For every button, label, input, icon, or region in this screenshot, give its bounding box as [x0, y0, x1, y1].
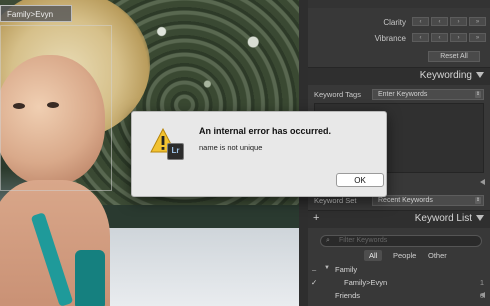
- collapse-triangle-icon[interactable]: [476, 215, 484, 221]
- face-tag-label[interactable]: Family>Evyn: [0, 5, 72, 22]
- clarity-label: Clarity: [383, 18, 406, 27]
- vibrance-label: Vibrance: [374, 34, 406, 43]
- keyword-set-label: Keyword Set: [314, 196, 357, 205]
- keyword-name: Family>Evyn: [344, 278, 388, 287]
- keyword-tags-label: Keyword Tags: [314, 90, 361, 99]
- select-arrows-icon: ⇕: [475, 197, 481, 204]
- clarity-stepper[interactable]: ‹ ‹ ›»: [412, 17, 488, 26]
- keyword-tags-value: Enter Keywords: [378, 91, 428, 98]
- step-button[interactable]: »: [469, 33, 486, 42]
- keyword-list-item[interactable]: ✓ Family>Evyn 1: [308, 278, 490, 290]
- keyword-filter-tabs: All People Other: [308, 250, 490, 262]
- dialog-message: name is not unique: [199, 143, 263, 152]
- tab-people[interactable]: People: [388, 250, 421, 261]
- vibrance-stepper[interactable]: ‹ ‹ ›»: [412, 33, 488, 42]
- checkmark-icon[interactable]: ✓: [311, 278, 317, 287]
- step-button[interactable]: ‹: [412, 33, 429, 42]
- step-button[interactable]: ›: [450, 33, 467, 42]
- keyword-list-item[interactable]: – ▼ Family: [308, 265, 490, 277]
- step-button[interactable]: ›: [450, 17, 467, 26]
- step-button[interactable]: ‹: [412, 17, 429, 26]
- keyword-list-header[interactable]: + Keyword List: [308, 210, 490, 228]
- tab-all[interactable]: All: [364, 250, 383, 261]
- keyword-list-title: Keyword List: [414, 213, 472, 224]
- keyword-name: Family: [335, 265, 358, 274]
- tab-other[interactable]: Other: [423, 250, 452, 261]
- reset-all-button[interactable]: Reset All: [428, 51, 480, 62]
- select-arrows-icon: ⇕: [475, 91, 481, 98]
- keyword-set-select[interactable]: Recent Keywords ⇕: [372, 195, 484, 206]
- minus-icon[interactable]: –: [312, 265, 316, 274]
- keyword-tags-select[interactable]: Enter Keywords ⇕: [372, 89, 484, 100]
- disclosure-triangle-icon[interactable]: ▼: [324, 265, 330, 271]
- expand-arrow-icon[interactable]: [480, 292, 485, 298]
- photo-swimsuit: [75, 250, 105, 306]
- keywording-header[interactable]: Keywording: [308, 67, 490, 85]
- step-button[interactable]: ‹: [431, 33, 448, 42]
- search-icon: ⌕: [326, 237, 330, 244]
- error-dialog: Lr An internal error has occurred. name …: [131, 111, 387, 197]
- keywording-title: Keywording: [419, 70, 472, 81]
- step-button[interactable]: »: [469, 17, 486, 26]
- collapse-triangle-icon[interactable]: [476, 72, 484, 78]
- step-button[interactable]: ‹: [431, 17, 448, 26]
- keyword-list-item[interactable]: Friends 0: [308, 291, 490, 303]
- keyword-filter-placeholder: Filter Keywords: [339, 237, 388, 244]
- keyword-filter-input[interactable]: ⌕ Filter Keywords: [320, 235, 482, 247]
- dialog-title: An internal error has occurred.: [199, 126, 332, 136]
- add-keyword-icon[interactable]: +: [313, 212, 319, 224]
- keyword-name: Friends: [335, 291, 361, 300]
- expand-arrow-icon[interactable]: [480, 179, 485, 185]
- keyword-set-value: Recent Keywords: [378, 197, 433, 204]
- lightroom-app-icon: Lr: [167, 143, 184, 160]
- panel-top-edge: [308, 0, 490, 8]
- ok-button[interactable]: OK: [336, 173, 384, 187]
- face-region-box[interactable]: [0, 25, 112, 191]
- keyword-count: 1: [479, 278, 484, 287]
